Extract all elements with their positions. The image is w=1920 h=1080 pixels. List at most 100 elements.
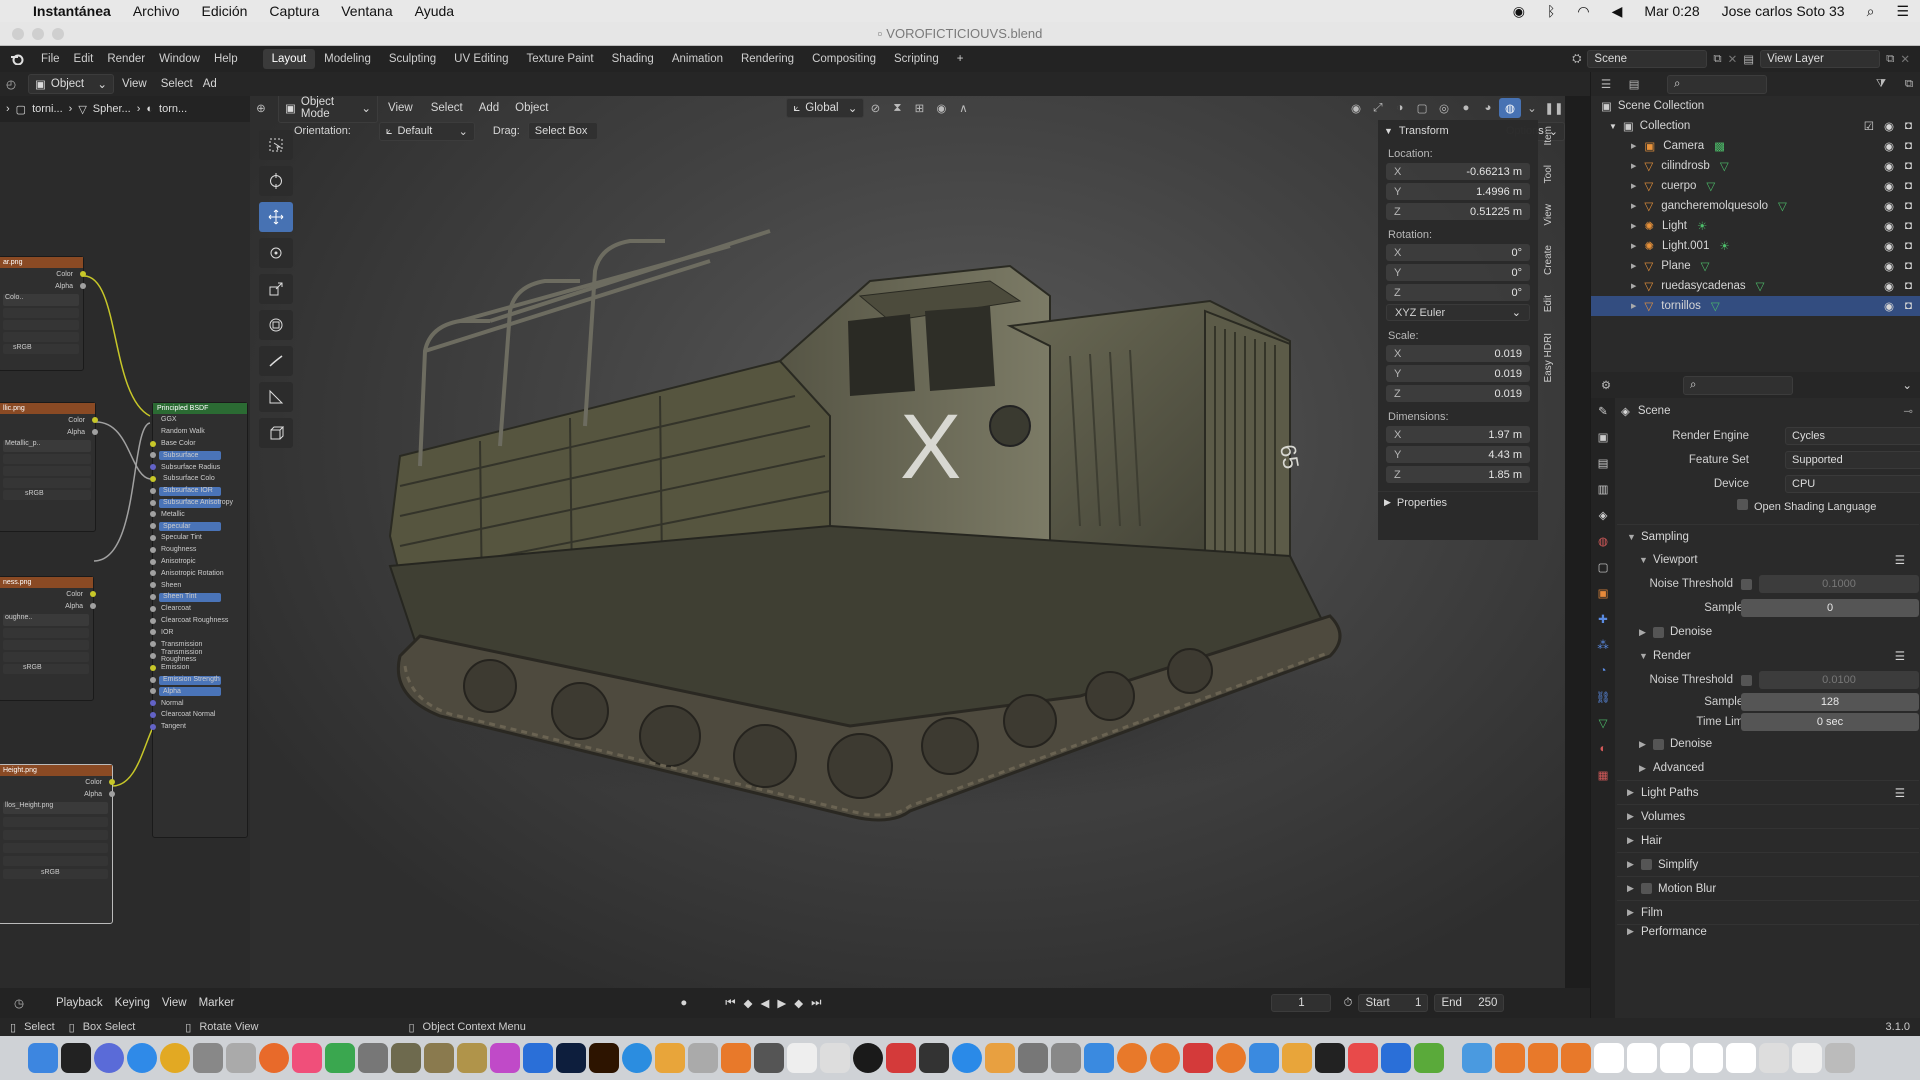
viewport-samples-field[interactable]: 0 <box>1741 599 1919 617</box>
motion-blur-section[interactable]: ▶ Motion Blur <box>1617 876 1919 900</box>
menu-archivo[interactable]: Archivo <box>122 3 191 19</box>
output-alpha[interactable]: Alpha <box>0 788 115 800</box>
android-icon[interactable] <box>1414 1043 1444 1073</box>
chevron-right-icon[interactable]: ▶ <box>1631 202 1636 210</box>
bluetooth-icon[interactable] <box>1381 1043 1411 1073</box>
app-icon[interactable] <box>1084 1043 1114 1073</box>
device-dropdown[interactable]: CPU⌄ <box>1785 475 1920 493</box>
play-reverse-icon[interactable]: ◀ <box>761 996 770 1010</box>
bluetooth-icon[interactable]: ᛒ <box>1536 3 1566 19</box>
bsdf-input-row[interactable]: Tangent <box>150 721 247 733</box>
app-icon[interactable] <box>754 1043 784 1073</box>
camera-render-icon[interactable]: ◘ <box>1905 160 1912 172</box>
play-icon[interactable]: ▶ <box>777 996 786 1010</box>
render-tab-icon[interactable]: ▣ <box>1591 424 1615 450</box>
bsdf-input-row[interactable]: Normal <box>150 697 247 709</box>
constraints-tab-icon[interactable]: ⛓ <box>1591 684 1615 710</box>
3d-viewport[interactable]: ⊕ ▣ Object Mode ⌄ View Select Add Object ⟀… <box>250 96 1565 988</box>
input-socket[interactable] <box>150 534 156 541</box>
safari-icon[interactable] <box>127 1043 157 1073</box>
bsdf-input-row[interactable]: Anisotropic Rotation <box>150 567 247 579</box>
input-socket[interactable] <box>150 664 156 671</box>
books-icon[interactable] <box>985 1043 1015 1073</box>
input-socket[interactable] <box>150 499 156 506</box>
scale-z-field[interactable]: Z 0.019 <box>1386 385 1530 402</box>
finder-icon[interactable] <box>28 1043 58 1073</box>
document-icon[interactable] <box>1660 1043 1690 1073</box>
view-layer-selector[interactable]: View Layer <box>1760 50 1881 68</box>
simplify-section[interactable]: ▶ Simplify <box>1617 852 1919 876</box>
wifi-icon[interactable]: ◠ <box>1566 3 1600 20</box>
cursor-tool-icon[interactable] <box>259 166 293 196</box>
close-window-button[interactable] <box>12 28 24 40</box>
tab-create[interactable]: Create <box>1543 245 1554 275</box>
camera-render-icon[interactable]: ◘ <box>1905 120 1912 132</box>
node-menu-view[interactable]: View <box>114 78 155 90</box>
image-file-field[interactable]: oughne.. <box>3 614 89 626</box>
new-scene-icon[interactable]: ⧉ <box>1713 53 1721 66</box>
colorspace-dropdown[interactable]: sRGB <box>3 490 91 500</box>
menu-captura[interactable]: Captura <box>258 3 330 19</box>
eye-icon[interactable]: ◉ <box>1884 139 1894 153</box>
app-icon[interactable] <box>952 1043 982 1073</box>
object-tab-icon[interactable]: ▣ <box>1591 580 1615 606</box>
tab-easy-hdri[interactable]: Easy HDRI <box>1543 333 1554 382</box>
input-socket[interactable] <box>150 700 156 707</box>
bsdf-input-row[interactable]: Clearcoat <box>150 603 247 615</box>
input-socket[interactable] <box>150 652 156 659</box>
app-icon[interactable] <box>1249 1043 1279 1073</box>
eye-icon[interactable]: ◉ <box>1884 239 1894 253</box>
daz-studio-icon[interactable] <box>1315 1043 1345 1073</box>
document-icon[interactable] <box>1561 1043 1591 1073</box>
bsdf-input-row[interactable]: Subsurface Anisotropy <box>150 497 247 509</box>
light-paths-section[interactable]: ▶ Light Paths ☰ <box>1617 780 1919 804</box>
bsdf-input-row[interactable]: Subsurface IOR <box>150 485 247 497</box>
input-socket[interactable] <box>150 676 156 683</box>
menu-file[interactable]: File <box>34 53 67 65</box>
document-icon[interactable] <box>1759 1043 1789 1073</box>
chevron-right-icon[interactable]: ▶ <box>1631 162 1636 170</box>
eye-icon[interactable]: ◉ <box>1884 199 1894 213</box>
input-socket[interactable] <box>150 440 156 447</box>
scale-y-field[interactable]: Y 0.019 <box>1386 365 1530 382</box>
user-name[interactable]: Jose carlos Soto 33 <box>1711 3 1856 19</box>
stopwatch-icon[interactable]: ⏱ <box>1343 997 1352 1010</box>
photoshop-icon[interactable] <box>556 1043 586 1073</box>
clock[interactable]: Mar 0:28 <box>1633 3 1710 19</box>
list-icon[interactable]: ☰ <box>1895 553 1905 567</box>
input-socket[interactable] <box>150 688 156 695</box>
rotate-tool-icon[interactable] <box>259 238 293 268</box>
eye-icon[interactable]: ◉ <box>1884 219 1894 233</box>
eye-icon[interactable]: ◉ <box>1884 179 1894 193</box>
render-engine-dropdown[interactable]: Cycles⌄ <box>1785 427 1920 445</box>
game-icon[interactable] <box>457 1043 487 1073</box>
start-frame-field[interactable]: Start 1 <box>1358 994 1429 1012</box>
camera-render-icon[interactable]: ◘ <box>1905 300 1912 312</box>
input-socket[interactable] <box>150 464 156 471</box>
light-data-icon[interactable]: ☀ <box>1697 219 1707 233</box>
output-tab-icon[interactable]: ▤ <box>1591 450 1615 476</box>
bsdf-input-row[interactable]: Random Walk <box>153 426 247 438</box>
rotation-z-field[interactable]: Z 0° <box>1386 284 1530 301</box>
document-icon[interactable] <box>1495 1043 1525 1073</box>
app-icon[interactable] <box>1282 1043 1312 1073</box>
current-frame-field[interactable]: 1 <box>1271 994 1332 1012</box>
modifier-tab-icon[interactable]: ✚ <box>1591 606 1615 632</box>
camera-render-icon[interactable]: ◘ <box>1905 200 1912 212</box>
eye-icon[interactable]: ◉ <box>1884 259 1894 273</box>
menu-edicion[interactable]: Edición <box>191 3 259 19</box>
light-data-icon[interactable]: ☀ <box>1719 239 1729 253</box>
menu-help[interactable]: Help <box>207 53 245 65</box>
camera-render-icon[interactable]: ◘ <box>1905 260 1912 272</box>
time-limit-field[interactable]: 0 sec <box>1741 713 1919 731</box>
document-icon[interactable] <box>1594 1043 1624 1073</box>
chevron-down-icon[interactable]: ⌄ <box>1902 378 1920 392</box>
app-icon[interactable] <box>1018 1043 1048 1073</box>
mesh-data-icon[interactable]: ▽ <box>1706 179 1715 193</box>
volumes-section[interactable]: ▶ Volumes <box>1617 804 1919 828</box>
rotation-x-field[interactable]: X 0° <box>1386 244 1530 261</box>
exclude-checkbox[interactable]: ☑ <box>1864 119 1874 133</box>
principled-bsdf-node[interactable]: Principled BSDF GGX Random Walk Base Color… <box>150 402 248 838</box>
app-icon[interactable] <box>1183 1043 1213 1073</box>
transform-tool-icon[interactable] <box>259 310 293 340</box>
